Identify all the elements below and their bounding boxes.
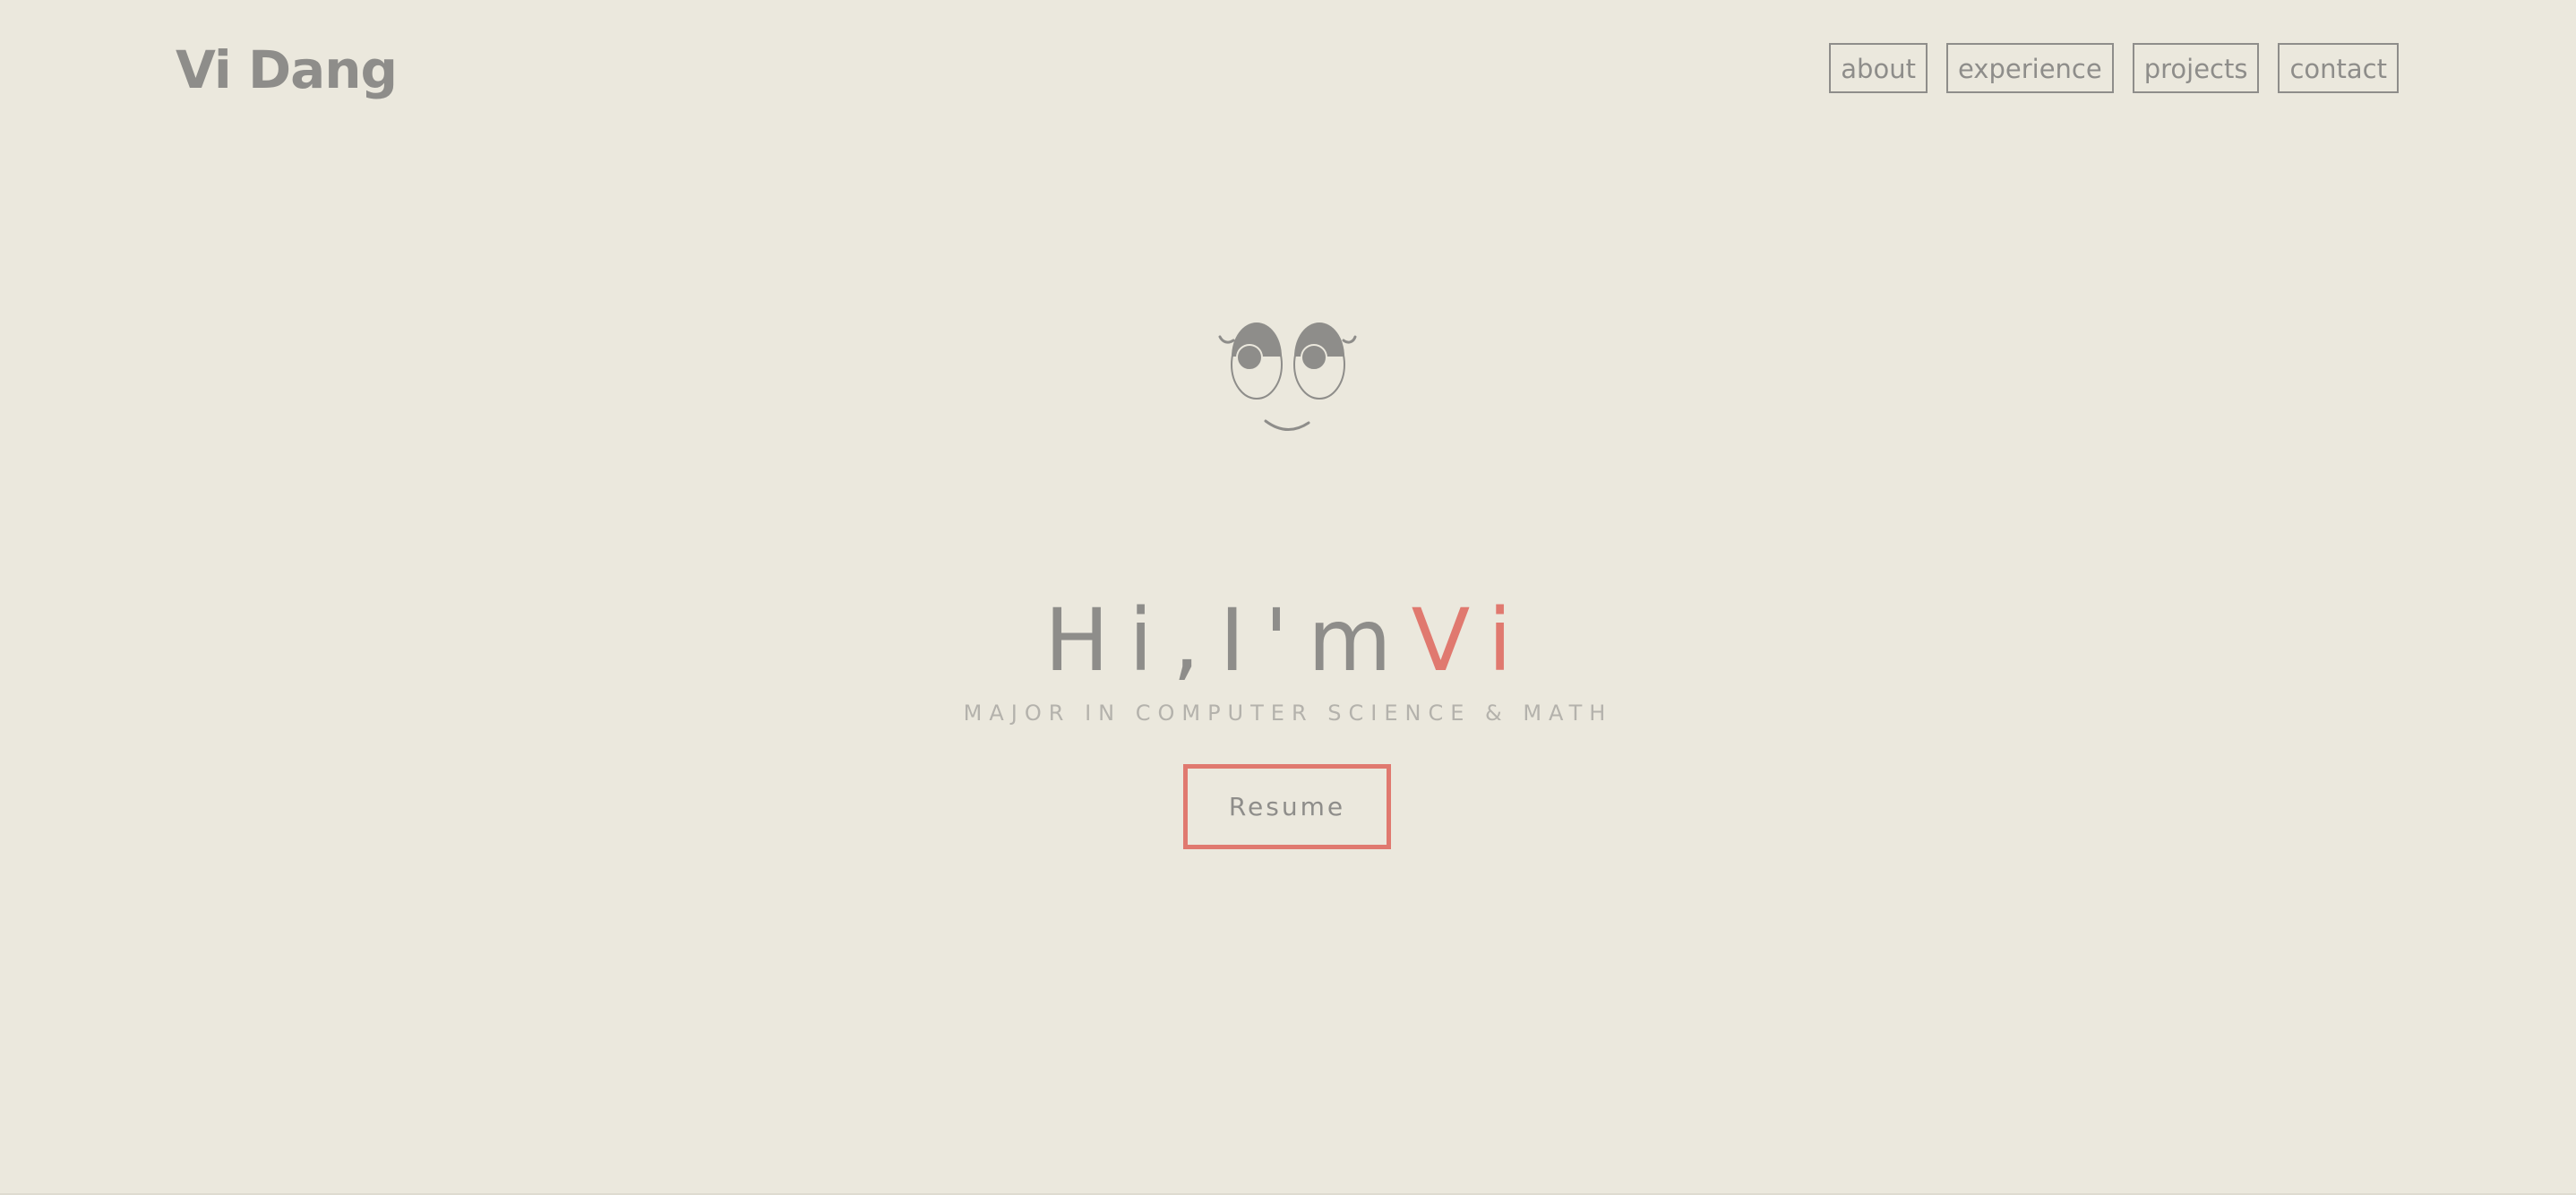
cartoon-face-icon (1218, 322, 1357, 431)
main-nav: about experience projects contact (1829, 43, 2399, 93)
nav-projects[interactable]: projects (2132, 43, 2260, 93)
nav-experience[interactable]: experience (1945, 43, 2114, 93)
nav-contact[interactable]: contact (2278, 43, 2399, 93)
resume-button[interactable]: Resume (1183, 764, 1391, 849)
hero-name: Vi (1411, 590, 1532, 691)
site-logo-name[interactable]: Vi Dang (176, 34, 398, 106)
nav-about[interactable]: about (1829, 43, 1928, 93)
hero-greeting: Hi,I'm (1044, 590, 1412, 691)
hero-subtitle: MAJOR IN COMPUTER SCIENCE & MATH (963, 701, 1613, 726)
hero-headline: Hi,I'mVi (0, 591, 2576, 690)
